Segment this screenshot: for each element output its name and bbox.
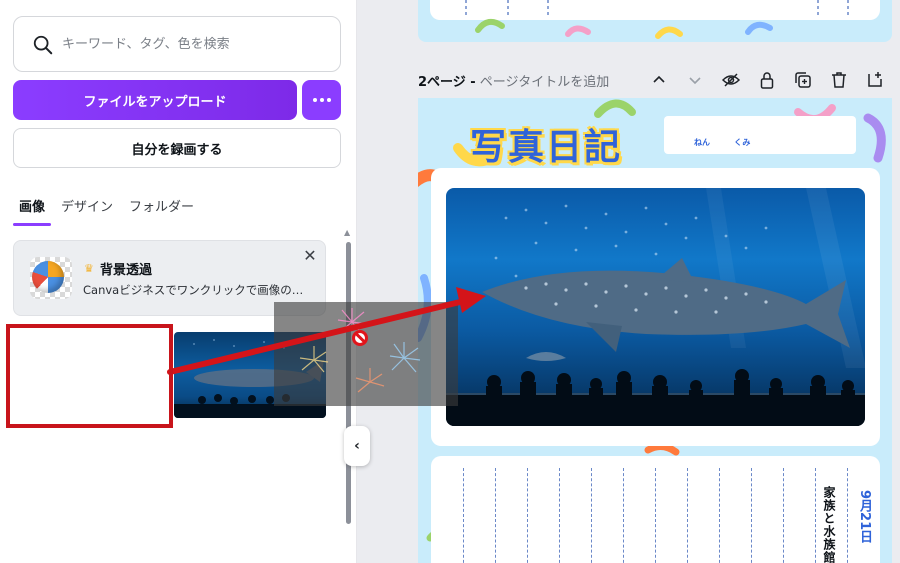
class-label: くみ — [734, 138, 751, 147]
chevron-up-icon — [653, 75, 665, 83]
transparency-thumbnail — [30, 257, 72, 299]
search-icon — [33, 35, 53, 55]
photo-frame[interactable] — [431, 168, 880, 446]
writing-guide-line — [463, 468, 464, 563]
tab-folders[interactable]: フォルダー — [123, 192, 200, 226]
lock-icon — [760, 72, 774, 89]
side-panel: ファイルをアップロード 自分を録画する 画像 デザイン フォルダー ♛ 背景透過… — [0, 0, 357, 563]
collapse-panel-button[interactable]: ‹ — [344, 426, 370, 466]
scroll-up-arrow-icon[interactable]: ▲ — [344, 228, 350, 237]
diary-title[interactable]: 写真日記 — [470, 118, 622, 170]
writing-guide-line — [559, 468, 560, 563]
design-page-2[interactable]: 写真日記 ねん くみ 家族と水族館 9月21日 — [418, 98, 892, 563]
writing-guide-line — [719, 468, 720, 563]
promo-description: Canvaビジネスでワンクリックで画像の… — [83, 283, 304, 297]
more-options-button[interactable] — [302, 80, 341, 120]
drag-preview — [274, 302, 458, 406]
grade-label: ねん — [694, 138, 710, 147]
move-page-up-button[interactable] — [642, 68, 676, 92]
writing-guide-line — [495, 468, 496, 563]
hide-page-button[interactable] — [714, 68, 748, 92]
aquarium-photo-art — [446, 188, 865, 426]
writing-guide-line — [687, 468, 688, 563]
page-title-input[interactable]: ページタイトルを追加 — [480, 71, 609, 90]
duplicate-page-button[interactable] — [786, 68, 820, 92]
page-toolbar — [642, 68, 892, 92]
highlight-box — [6, 324, 173, 428]
page-header: 2ページ - ページタイトルを追加 — [418, 68, 892, 92]
tab-designs[interactable]: デザイン — [55, 192, 119, 226]
writing-guide-line — [527, 468, 528, 563]
trash-icon — [832, 72, 846, 88]
chevron-left-icon: ‹ — [354, 438, 360, 454]
search-box[interactable] — [13, 16, 341, 72]
add-page-button[interactable] — [858, 68, 892, 92]
writing-guide-line — [655, 468, 656, 563]
chevron-down-icon — [689, 77, 701, 85]
eye-hide-icon — [722, 73, 740, 87]
writing-guide-line — [751, 468, 752, 563]
promo-title: 背景透過 — [100, 263, 153, 278]
name-box[interactable]: ねん くみ — [664, 116, 856, 154]
writing-guide-line — [623, 468, 624, 563]
tab-images[interactable]: 画像 — [13, 192, 52, 226]
diary-writing-area[interactable]: 家族と水族館 9月21日 — [431, 456, 880, 563]
no-drop-icon — [352, 330, 368, 346]
lock-page-button[interactable] — [750, 68, 784, 92]
close-icon[interactable]: ✕ — [302, 248, 318, 264]
beach-ball-icon — [32, 261, 64, 293]
aquarium-photo[interactable] — [446, 188, 865, 426]
record-yourself-button[interactable]: 自分を録画する — [13, 128, 341, 168]
writing-guide-line — [815, 468, 816, 563]
duplicate-icon — [795, 72, 811, 88]
search-input[interactable] — [62, 26, 332, 62]
upload-files-button[interactable]: ファイルをアップロード — [13, 80, 297, 120]
writing-guide-line — [847, 468, 848, 563]
delete-page-button[interactable] — [822, 68, 856, 92]
move-page-down-button[interactable] — [678, 68, 712, 92]
page-number-label: 2ページ - — [418, 74, 476, 90]
more-dots-icon — [312, 98, 331, 102]
upload-tabs: 画像 デザイン フォルダー — [13, 192, 204, 226]
writing-guide-line — [783, 468, 784, 563]
crown-icon: ♛ — [84, 262, 94, 275]
entry-date[interactable]: 9月21日 — [855, 490, 874, 543]
page-1-confetti — [465, 0, 849, 39]
page-1-bottom — [418, 0, 892, 42]
add-page-icon — [868, 72, 882, 87]
entry-title[interactable]: 家族と水族館 — [821, 486, 838, 563]
fireworks-drag-image — [299, 308, 421, 393]
writing-guide-line — [591, 468, 592, 563]
